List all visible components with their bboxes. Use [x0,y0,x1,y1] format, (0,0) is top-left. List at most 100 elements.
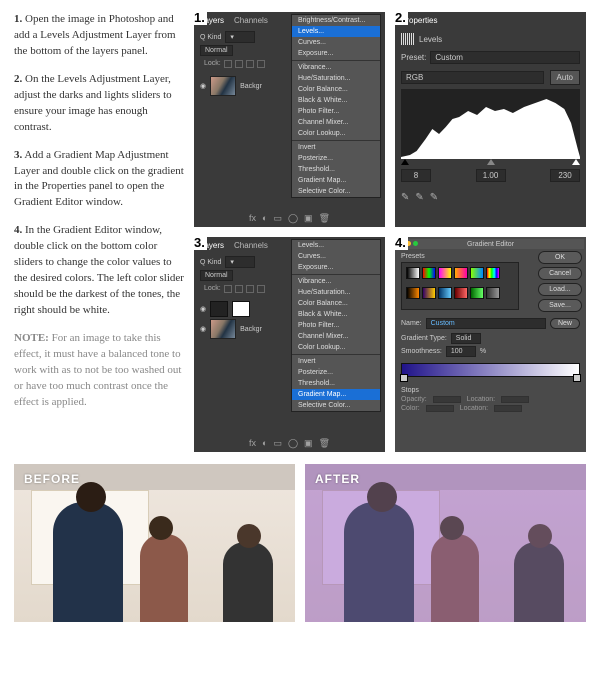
midtones-value[interactable]: 1.00 [476,169,506,182]
menu-item[interactable]: Levels... [292,240,380,251]
preset-swatch[interactable] [454,287,468,299]
menu-item[interactable]: Posterize... [292,367,380,378]
preset-swatch[interactable] [470,267,484,279]
load-button[interactable]: Load... [538,283,582,296]
preset-swatch[interactable] [486,287,500,299]
menu-item[interactable]: Channel Mixer... [292,117,380,128]
menu-item[interactable]: Exposure... [292,48,380,59]
histogram[interactable] [401,89,580,159]
menu-item[interactable]: Vibrance... [292,276,380,287]
gradient-bar[interactable] [401,363,580,377]
menu-item[interactable]: Posterize... [292,153,380,164]
menu-item[interactable]: Black & White... [292,309,380,320]
trash-icon[interactable]: 🗑 [319,213,330,224]
menu-item[interactable]: Color Lookup... [292,342,380,353]
menu-item[interactable]: Selective Color... [292,186,380,197]
highlights-slider[interactable] [572,159,580,165]
menu-item[interactable]: Invert [292,142,380,153]
trash-icon[interactable]: 🗑 [319,438,330,449]
new-button[interactable]: New [550,318,580,329]
auto-button[interactable]: Auto [550,70,580,85]
kind-dropdown[interactable]: ▾ [225,31,255,43]
ok-button[interactable]: OK [538,251,582,264]
mask-thumb[interactable] [232,301,250,317]
preset-swatch[interactable] [454,267,468,279]
menu-item[interactable]: Vibrance... [292,62,380,73]
visibility-icon[interactable]: ◉ [200,325,206,333]
tab-channels[interactable]: Channels [234,241,268,250]
kind-dropdown[interactable]: ▾ [225,256,255,268]
color-field[interactable] [426,405,454,412]
panel-number: 2. [393,10,408,25]
menu-item[interactable]: Invert [292,356,380,367]
group-icon[interactable]: ◯ [288,438,298,449]
menu-item[interactable]: Hue/Saturation... [292,287,380,298]
menu-item[interactable]: Threshold... [292,378,380,389]
menu-item-levels[interactable]: Levels... [292,26,380,37]
save-button[interactable]: Save... [538,299,582,312]
tab-channels[interactable]: Channels [234,16,268,25]
menu-item[interactable]: Channel Mixer... [292,331,380,342]
menu-item[interactable]: Curves... [292,251,380,262]
adjustment-icon[interactable]: ▭ [273,438,282,449]
opacity-field[interactable] [433,396,461,403]
group-icon[interactable]: ◯ [288,213,298,224]
gradient-type-dropdown[interactable]: Solid [451,333,481,344]
highlights-value[interactable]: 230 [550,169,580,182]
preset-swatch[interactable] [470,287,484,299]
menu-item[interactable]: Selective Color... [292,400,380,411]
menu-item[interactable]: Color Balance... [292,84,380,95]
layer-name[interactable]: Backgr [240,83,262,90]
preset-swatch[interactable] [438,287,452,299]
menu-item-gradient-map[interactable]: Gradient Map... [292,389,380,400]
location-field[interactable] [501,396,529,403]
step-2: 2. On the Levels Adjustment Layer, adjus… [14,72,184,136]
menu-item[interactable]: Photo Filter... [292,106,380,117]
location-label: Location: [467,396,495,403]
preset-swatch[interactable] [438,267,452,279]
layer-thumbnail[interactable] [210,76,236,96]
layer-name[interactable]: Backgr [240,326,262,333]
fx-icon[interactable]: fx [249,438,256,449]
visibility-icon[interactable]: ◉ [200,82,206,90]
channel-dropdown[interactable]: RGB [401,71,544,84]
eyedropper-gray-icon[interactable]: ✎ [415,192,423,203]
shadows-slider[interactable] [401,159,409,165]
after-image: AFTER [305,464,586,622]
menu-item[interactable]: Color Lookup... [292,128,380,139]
preset-swatch[interactable] [422,267,436,279]
preset-dropdown[interactable]: Custom [430,51,580,64]
blend-mode-dropdown[interactable]: Normal [200,270,233,281]
midtones-slider[interactable] [487,159,495,165]
blend-mode-dropdown[interactable]: Normal [200,45,233,56]
menu-item[interactable]: Brightness/Contrast... [292,15,380,26]
location-field[interactable] [494,405,522,412]
menu-item[interactable]: Exposure... [292,262,380,273]
eyedropper-white-icon[interactable]: ✎ [430,192,438,203]
new-layer-icon[interactable]: ▣ [304,213,313,224]
eyedropper-black-icon[interactable]: ✎ [401,192,409,203]
smoothness-value[interactable]: 100 [446,346,476,357]
menu-item[interactable]: Hue/Saturation... [292,73,380,84]
new-layer-icon[interactable]: ▣ [304,438,313,449]
preset-swatch[interactable] [406,267,420,279]
menu-item[interactable]: Color Balance... [292,298,380,309]
shadows-value[interactable]: 8 [401,169,431,182]
menu-item[interactable]: Gradient Map... [292,175,380,186]
preset-swatch[interactable] [486,267,500,279]
adj-layer-thumb[interactable] [210,301,228,317]
visibility-icon[interactable]: ◉ [200,305,206,313]
name-field[interactable]: Custom [426,318,546,329]
preset-swatch[interactable] [422,287,436,299]
menu-item[interactable]: Threshold... [292,164,380,175]
mask-icon[interactable]: ◐ [262,213,267,224]
layer-thumbnail[interactable] [210,319,236,339]
menu-item[interactable]: Black & White... [292,95,380,106]
menu-item[interactable]: Curves... [292,37,380,48]
preset-swatch[interactable] [406,287,420,299]
mask-icon[interactable]: ◐ [262,438,267,449]
cancel-button[interactable]: Cancel [538,267,582,280]
menu-item[interactable]: Photo Filter... [292,320,380,331]
fx-icon[interactable]: fx [249,213,256,224]
adjustment-icon[interactable]: ▭ [273,213,282,224]
